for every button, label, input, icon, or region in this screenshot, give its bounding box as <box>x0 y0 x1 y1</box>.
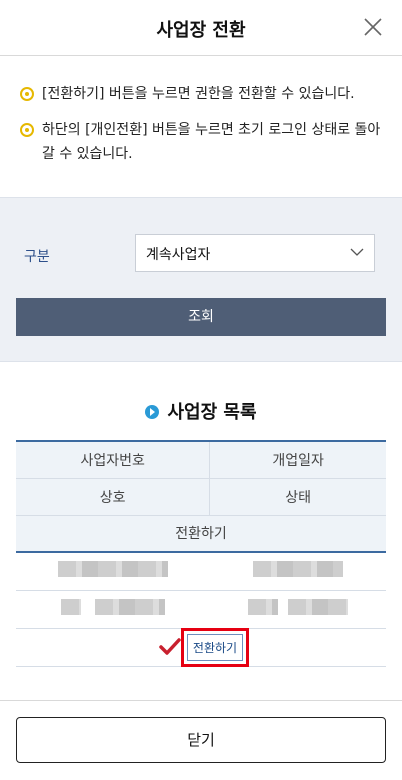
table-header-row: 사업자번호 개업일자 <box>16 440 386 479</box>
close-icon[interactable] <box>362 16 384 38</box>
list-title: 사업장 목록 <box>0 398 402 424</box>
play-circle-icon <box>145 405 160 419</box>
table-header-row: 전환하기 <box>16 515 386 553</box>
cell-open-date <box>209 552 386 591</box>
notice-text-2: 하단의 [개인전환] 버튼을 누르면 초기 로그인 상태로 돌아갈 수 있습니다… <box>42 122 381 162</box>
circle-bullet-icon <box>20 123 34 137</box>
redacted-text <box>94 599 165 615</box>
table-row <box>16 552 386 591</box>
column-header-biz-no: 사업자번호 <box>16 440 211 479</box>
notice-text-1: [전환하기] 버튼을 누르면 권한을 전환할 수 있습니다. <box>42 86 355 102</box>
column-header-status: 상태 <box>209 478 386 516</box>
circle-bullet-icon <box>20 87 34 101</box>
business-table: 사업자번호 개업일자 상호 상태 전환하기 전환하기 <box>16 440 386 667</box>
search-button[interactable]: 조회 <box>16 298 386 336</box>
modal-header: 사업장 전환 <box>0 0 402 56</box>
redacted-text <box>252 561 343 578</box>
page-title: 사업장 전환 <box>156 20 246 41</box>
redacted-text <box>287 599 348 615</box>
table-row <box>16 590 386 629</box>
cell-status <box>209 590 386 629</box>
business-type-select[interactable]: 계속사업자 <box>135 234 375 272</box>
column-header-name: 상호 <box>16 478 211 516</box>
column-header-switch: 전환하기 <box>16 515 386 553</box>
table-row: 전환하기 <box>16 627 386 667</box>
cell-switch: 전환하기 <box>16 627 386 667</box>
chevron-down-icon <box>350 248 364 256</box>
select-value: 계속사업자 <box>146 247 211 263</box>
switch-button[interactable]: 전환하기 <box>180 627 250 667</box>
filter-section: 구분 계속사업자 조회 <box>0 197 402 362</box>
close-button[interactable]: 닫기 <box>16 717 386 763</box>
notice-item-1: [전환하기] 버튼을 누르면 권한을 전환할 수 있습니다. <box>20 82 390 106</box>
table-header-row: 상호 상태 <box>16 478 386 516</box>
list-title-text: 사업장 목록 <box>167 402 257 423</box>
checkmark-icon <box>159 638 181 655</box>
redacted-text <box>60 599 81 615</box>
filter-label: 구분 <box>24 249 50 265</box>
redacted-text <box>57 561 168 578</box>
cell-biz-no <box>16 552 210 591</box>
redacted-text <box>247 599 278 615</box>
cell-name <box>16 590 210 629</box>
modal-footer: 닫기 <box>0 700 402 780</box>
notice-section: [전환하기] 버튼을 누르면 권한을 전환할 수 있습니다. 하단의 [개인전환… <box>0 56 402 196</box>
column-header-open-date: 개업일자 <box>209 440 386 479</box>
notice-item-2: 하단의 [개인전환] 버튼을 누르면 초기 로그인 상태로 돌아갈 수 있습니다… <box>20 118 390 166</box>
